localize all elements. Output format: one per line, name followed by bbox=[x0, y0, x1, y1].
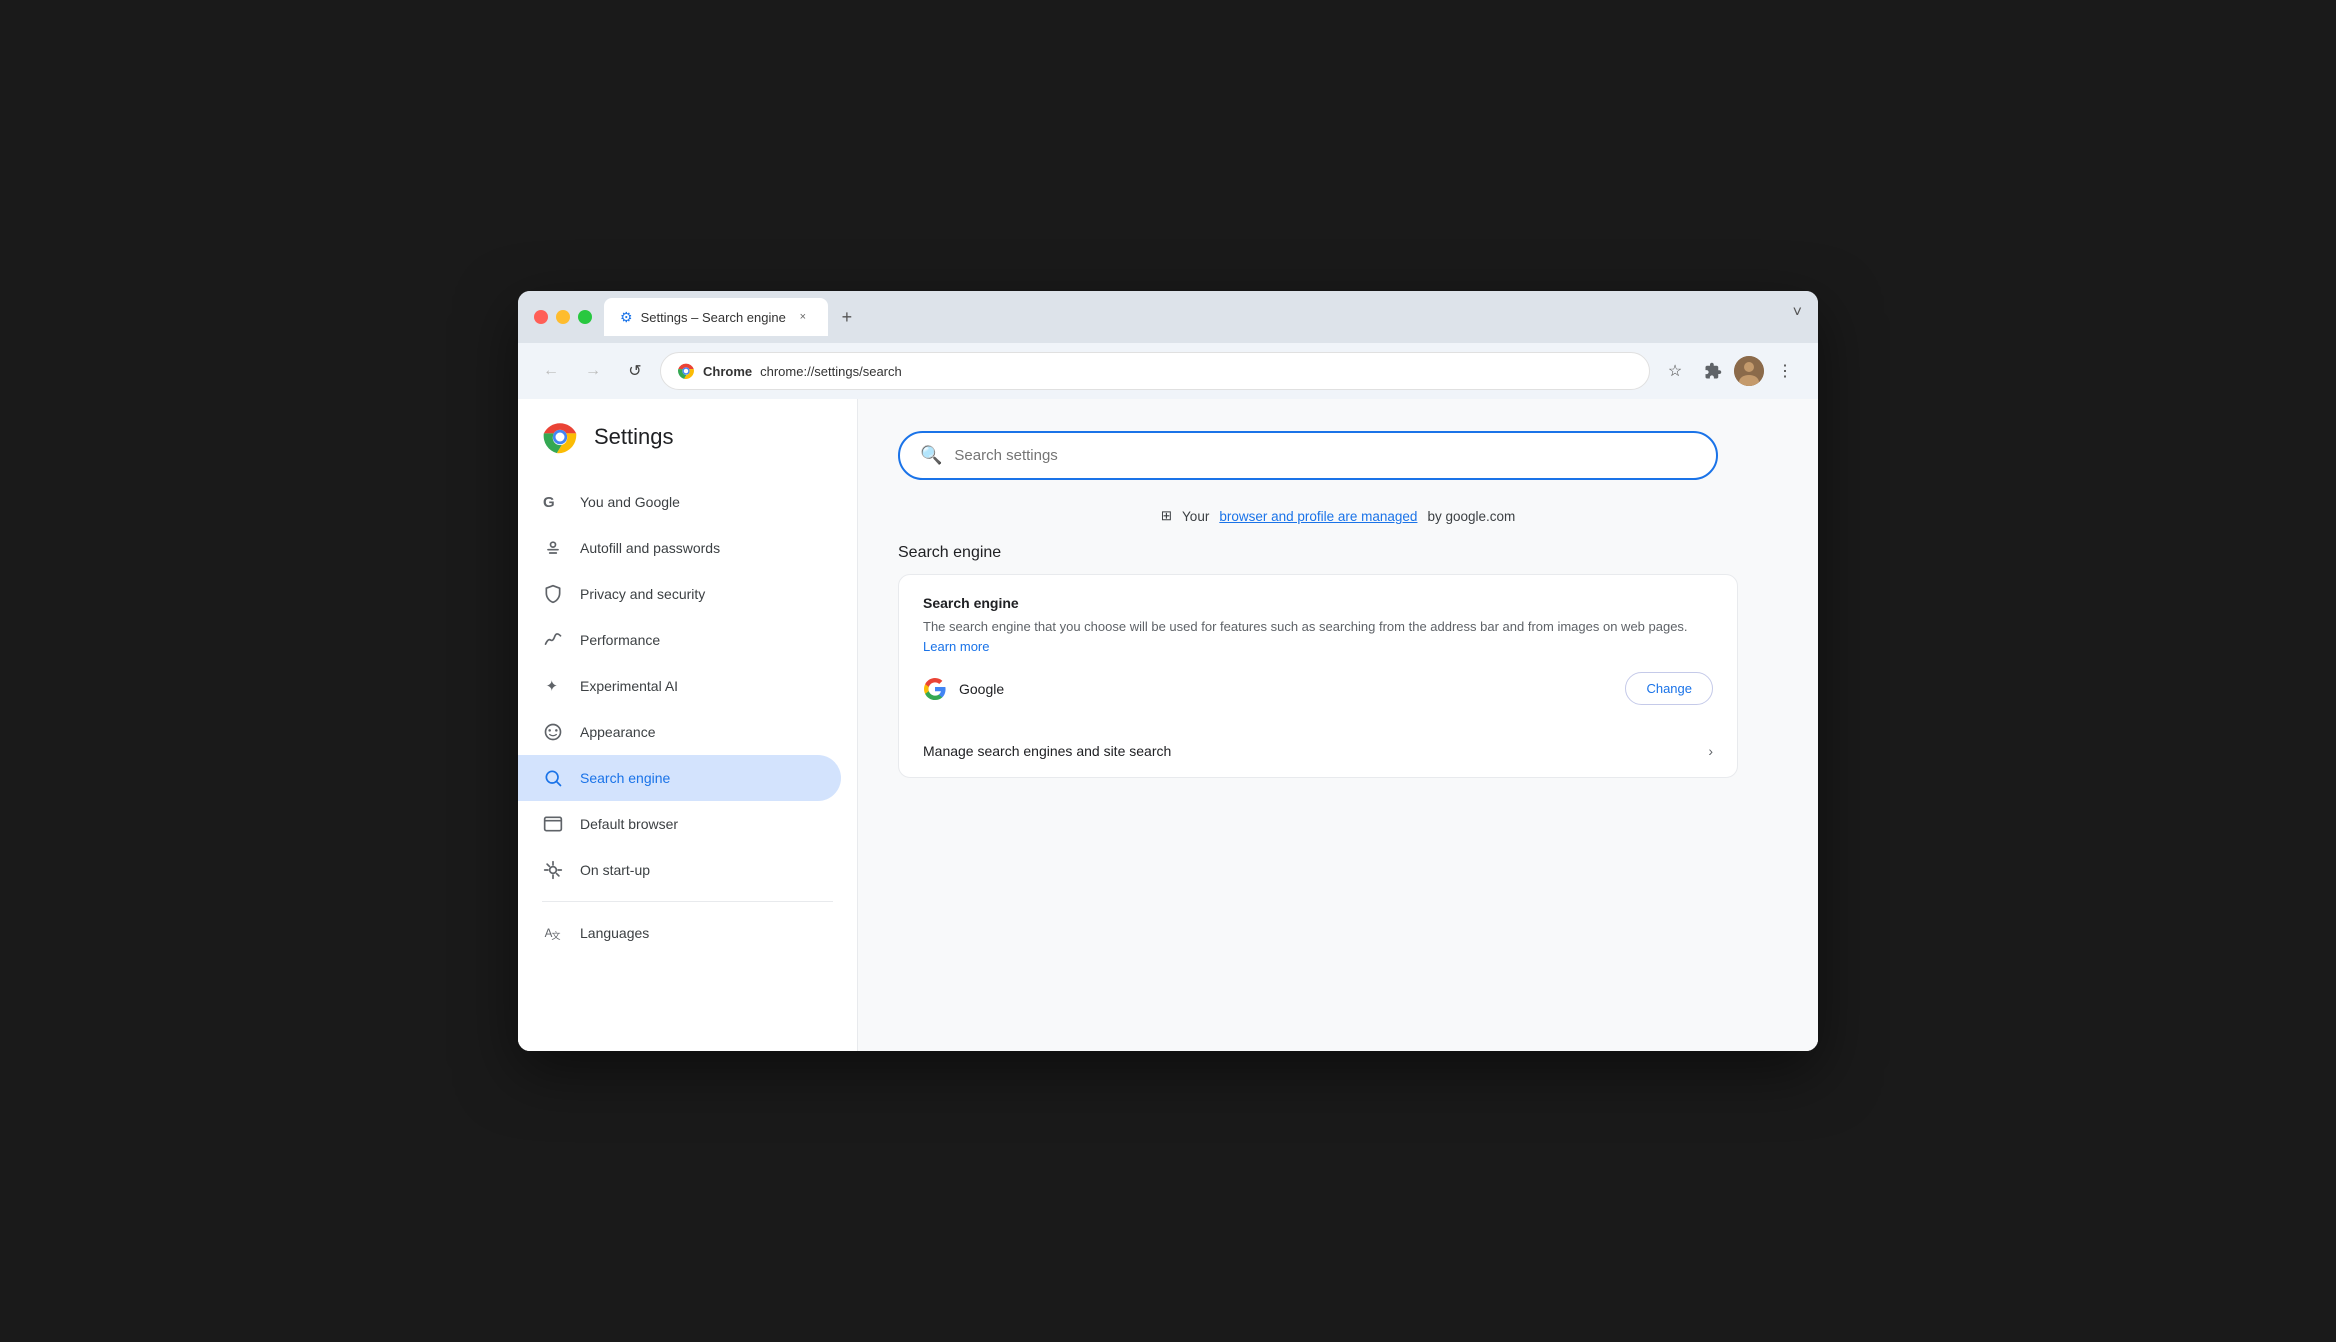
main-panel: 🔍 ⊞ Your browser and profile are managed… bbox=[858, 399, 1818, 1051]
performance-icon bbox=[542, 629, 564, 651]
reload-button[interactable]: ↺ bbox=[618, 354, 652, 388]
bookmark-button[interactable]: ☆ bbox=[1658, 354, 1692, 388]
sidebar-label-performance: Performance bbox=[580, 632, 660, 648]
tab-close-button[interactable]: × bbox=[794, 308, 812, 326]
manage-search-engines-chevron-icon: › bbox=[1708, 743, 1713, 759]
nav-actions: ☆ ⋮ bbox=[1658, 354, 1802, 388]
manage-search-engines-label: Manage search engines and site search bbox=[923, 743, 1171, 759]
search-bar-wrapper: 🔍 bbox=[898, 431, 1778, 480]
sidebar-label-on-startup: On start-up bbox=[580, 862, 650, 878]
sidebar-divider bbox=[542, 901, 833, 902]
close-button[interactable] bbox=[534, 310, 548, 324]
extensions-button[interactable] bbox=[1696, 354, 1730, 388]
chrome-brand-label: Chrome bbox=[703, 364, 752, 379]
manage-search-engines-row[interactable]: Manage search engines and site search › bbox=[899, 725, 1737, 777]
profile-avatar[interactable] bbox=[1734, 356, 1764, 386]
card-description: The search engine that you choose will b… bbox=[923, 617, 1713, 656]
sidebar-item-default-browser[interactable]: Default browser bbox=[518, 801, 841, 847]
sidebar-item-privacy[interactable]: Privacy and security bbox=[518, 571, 841, 617]
managed-link[interactable]: browser and profile are managed bbox=[1219, 509, 1417, 524]
search-engine-card: Search engine The search engine that you… bbox=[898, 574, 1738, 778]
managed-banner: ⊞ Your browser and profile are managed b… bbox=[898, 508, 1778, 524]
fullscreen-button[interactable] bbox=[578, 310, 592, 324]
tab-dropdown-button[interactable]: ˅ bbox=[1793, 304, 1802, 322]
sidebar-label-you-and-google: You and Google bbox=[580, 494, 680, 510]
managed-text-before: Your bbox=[1182, 509, 1209, 524]
active-tab[interactable]: ⚙ Settings – Search engine × bbox=[604, 298, 828, 336]
current-engine-row: Google Change bbox=[923, 672, 1713, 705]
google-g-icon bbox=[923, 677, 947, 701]
sidebar-label-autofill: Autofill and passwords bbox=[580, 540, 720, 556]
sidebar-label-experimental-ai: Experimental AI bbox=[580, 678, 678, 694]
new-tab-button[interactable]: + bbox=[832, 302, 862, 332]
learn-more-link[interactable]: Learn more bbox=[923, 639, 989, 654]
default-browser-icon bbox=[542, 813, 564, 835]
managed-text-after: by google.com bbox=[1427, 509, 1515, 524]
svg-text:✦: ✦ bbox=[546, 678, 559, 695]
address-text: chrome://settings/search bbox=[760, 364, 1633, 379]
sidebar: Settings G You and Google Autofill and p… bbox=[518, 399, 858, 1051]
tab-favicon-icon: ⚙ bbox=[620, 309, 633, 326]
tab-title: Settings – Search engine bbox=[641, 310, 786, 325]
you-and-google-icon: G bbox=[542, 491, 564, 513]
title-bar: ⚙ Settings – Search engine × + ˅ bbox=[518, 291, 1818, 343]
search-icon: 🔍 bbox=[920, 445, 942, 466]
sidebar-item-autofill[interactable]: Autofill and passwords bbox=[518, 525, 841, 571]
forward-button[interactable]: → bbox=[576, 354, 610, 388]
svg-text:G: G bbox=[543, 494, 555, 511]
managed-grid-icon: ⊞ bbox=[1161, 508, 1172, 524]
sidebar-label-languages: Languages bbox=[580, 925, 649, 941]
appearance-icon bbox=[542, 721, 564, 743]
avatar-icon bbox=[1734, 356, 1764, 386]
traffic-lights bbox=[534, 310, 592, 324]
privacy-icon bbox=[542, 583, 564, 605]
languages-icon: A文 bbox=[542, 922, 564, 944]
svg-text:文: 文 bbox=[551, 930, 560, 941]
menu-button[interactable]: ⋮ bbox=[1768, 354, 1802, 388]
experimental-ai-icon: ✦ bbox=[542, 675, 564, 697]
sidebar-header: Settings bbox=[518, 419, 857, 479]
content-area: Settings G You and Google Autofill and p… bbox=[518, 399, 1818, 1051]
current-engine-name: Google bbox=[959, 681, 1613, 697]
browser-window: ⚙ Settings – Search engine × + ˅ ← → ↺ C… bbox=[518, 291, 1818, 1051]
sidebar-item-appearance[interactable]: Appearance bbox=[518, 709, 841, 755]
sidebar-label-privacy: Privacy and security bbox=[580, 586, 705, 602]
back-button[interactable]: ← bbox=[534, 354, 568, 388]
settings-page-title: Settings bbox=[594, 424, 674, 450]
sidebar-item-on-startup[interactable]: On start-up bbox=[518, 847, 841, 893]
minimize-button[interactable] bbox=[556, 310, 570, 324]
search-settings-input[interactable] bbox=[954, 447, 1696, 464]
tabs-area: ⚙ Settings – Search engine × + bbox=[604, 298, 1781, 336]
search-engine-info-section: Search engine The search engine that you… bbox=[899, 575, 1737, 725]
sidebar-label-search-engine: Search engine bbox=[580, 770, 670, 786]
on-startup-icon bbox=[542, 859, 564, 881]
sidebar-label-default-browser: Default browser bbox=[580, 816, 678, 832]
settings-logo-icon bbox=[542, 419, 578, 455]
search-input-container[interactable]: 🔍 bbox=[898, 431, 1718, 480]
sidebar-item-search-engine[interactable]: Search engine bbox=[518, 755, 841, 801]
chrome-logo-icon bbox=[677, 362, 695, 380]
nav-bar: ← → ↺ Chrome chrome://settings/search ☆ bbox=[518, 343, 1818, 399]
change-engine-button[interactable]: Change bbox=[1625, 672, 1713, 705]
search-engine-section-title: Search engine bbox=[898, 544, 1778, 562]
sidebar-label-appearance: Appearance bbox=[580, 724, 656, 740]
sidebar-item-performance[interactable]: Performance bbox=[518, 617, 841, 663]
search-engine-icon bbox=[542, 767, 564, 789]
sidebar-item-you-and-google[interactable]: G You and Google bbox=[518, 479, 841, 525]
autofill-icon bbox=[542, 537, 564, 559]
sidebar-item-experimental-ai[interactable]: ✦ Experimental AI bbox=[518, 663, 841, 709]
sidebar-item-languages[interactable]: A文 Languages bbox=[518, 910, 841, 956]
card-title: Search engine bbox=[923, 595, 1713, 611]
extensions-icon bbox=[1704, 362, 1722, 380]
address-bar[interactable]: Chrome chrome://settings/search bbox=[660, 352, 1650, 390]
